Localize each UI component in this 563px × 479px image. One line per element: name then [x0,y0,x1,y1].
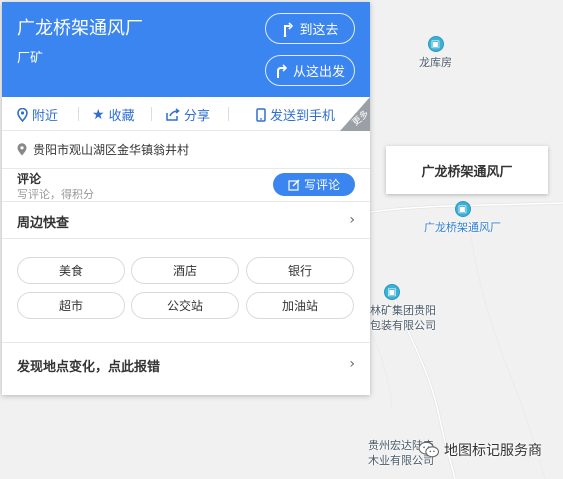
poi-packaging-line1: 林矿集团贵阳 [370,304,436,317]
poi-packaging-label[interactable]: 林矿集团贵阳 包装有限公司 [370,303,436,333]
share-action[interactable]: 分享 [166,105,210,124]
poi-selected[interactable]: ▣ 广龙桥架通风厂 [424,201,501,235]
chevron-right-icon: › [349,356,355,372]
poi-selected-label: 广龙桥架通风厂 [424,221,501,234]
card-header: 广龙桥架通风厂 厂矿 到这去 从这出发 [2,2,370,97]
map-tooltip-text: 广龙桥架通风厂 [421,164,513,180]
chip-food[interactable]: 美食 [17,257,125,284]
route-from-button[interactable]: 从这出发 [265,55,355,86]
chip-gas-station[interactable]: 加油站 [246,292,354,319]
action-bar: 附近 ★ 收藏 分享 发送到手机 更多 [2,97,371,131]
favorite-action-label: 收藏 [108,109,135,124]
review-hint: 写评论，得积分 [17,188,94,201]
chip-supermarket[interactable]: 超市 [17,292,125,319]
nearby-categories: 美食 酒店 银行 超市 公交站 加油站 [2,239,370,343]
route-to-icon [284,21,294,37]
poi-warehouse[interactable]: ▣ 龙库房 [419,36,452,70]
star-icon: ★ [92,106,105,123]
poi-packaging-pin[interactable]: ▣ [384,284,400,300]
favorite-action[interactable]: ★ 收藏 [92,105,135,125]
chip-hotel[interactable]: 酒店 [131,257,239,284]
share-icon [166,108,180,121]
building-icon: ▣ [427,36,444,52]
write-review-button[interactable]: 写评论 [273,173,355,196]
send-to-phone-action[interactable]: 发送到手机 [256,105,335,124]
route-from-label: 从这出发 [292,65,345,80]
address-row: 贵阳市观山湖区金华镇翁井村 [2,131,370,169]
write-review-label: 写评论 [303,178,340,192]
phone-icon [256,107,266,122]
place-type: 厂矿 [17,51,44,66]
watermark-text: 地图标记服务商 [444,443,542,459]
building-icon: ▣ [384,284,400,300]
poi-warehouse-label: 龙库房 [419,56,452,69]
building-icon: ▣ [454,201,471,217]
map-tooltip: 广龙桥架通风厂 [386,146,548,194]
wechat-icon [418,441,439,458]
nearby-search-title: 周边快查 [17,216,70,231]
route-from-icon [276,63,287,78]
location-pin-icon [17,143,27,156]
nearby-search-row[interactable]: 周边快查 › [2,202,370,239]
review-section: 评论 写评论，得积分 写评论 [2,169,370,202]
report-error-row[interactable]: 发现地点变化，点此报错 › [2,343,370,385]
chevron-right-icon: › [349,212,355,228]
share-action-label: 分享 [184,109,211,124]
report-error-label: 发现地点变化，点此报错 [17,360,161,375]
address-text: 贵阳市观山湖区金华镇翁井村 [33,143,190,157]
chip-bank[interactable]: 银行 [246,257,354,284]
send-to-phone-label: 发送到手机 [270,109,336,124]
location-pin-icon [17,107,28,122]
route-to-button[interactable]: 到这去 [265,13,355,44]
edit-icon [288,179,300,191]
poi-packaging-line2: 包装有限公司 [370,319,436,332]
nearby-action-label: 附近 [32,109,59,124]
place-title: 广龙桥架通风厂 [17,18,143,39]
divider [228,107,229,121]
route-to-label: 到这去 [299,23,339,38]
divider [151,107,152,121]
divider [78,107,79,121]
place-info-card: 广龙桥架通风厂 厂矿 到这去 从这出发 附近 ★ 收藏 分享 发送到手机 更多 … [2,2,371,395]
nearby-action[interactable]: 附近 [17,105,58,124]
watermark: 地图标记服务商 [418,440,542,460]
chip-bus-stop[interactable]: 公交站 [131,292,239,319]
review-title: 评论 [17,172,42,186]
